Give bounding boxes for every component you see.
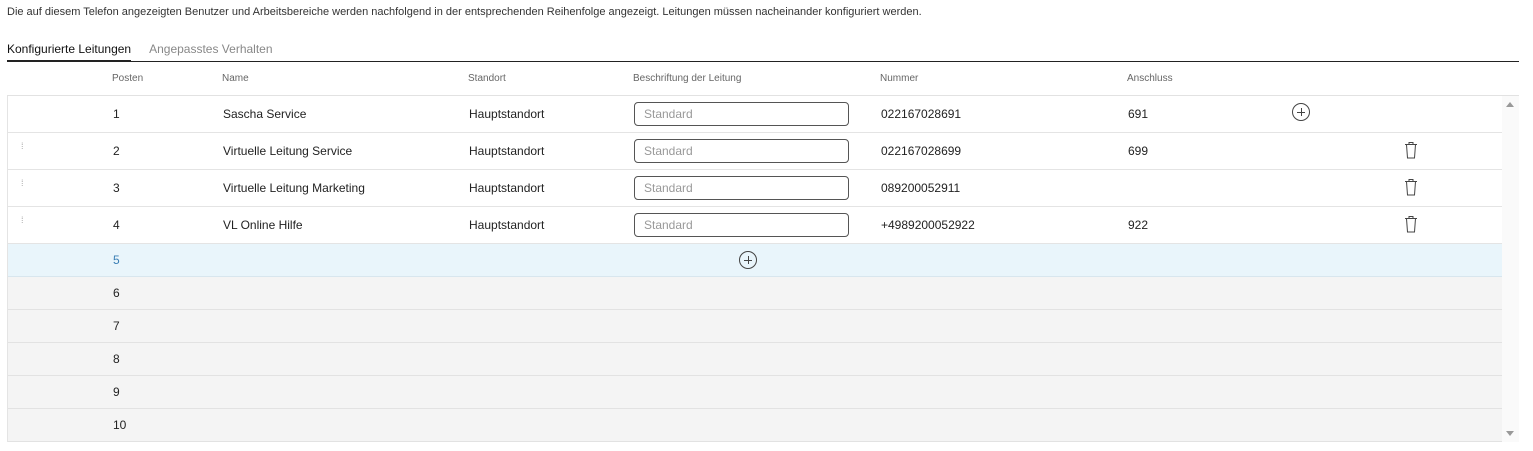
empty-line-row: 9 — [8, 376, 1503, 409]
empty-line-row: 6 — [8, 277, 1503, 310]
empty-line-row: 10 — [8, 409, 1503, 442]
table-header: Posten Name Standort Beschriftung der Le… — [7, 62, 1519, 96]
row-posten: 4 — [113, 218, 120, 232]
row-name: Virtuelle Leitung Service — [223, 144, 353, 158]
tab-bar: Konfigurierte Leitungen Angepasstes Verh… — [7, 42, 291, 62]
plus-circle-icon[interactable] — [1292, 103, 1310, 121]
trash-icon[interactable] — [1404, 215, 1418, 233]
row-standort: Hauptstandort — [469, 107, 545, 121]
tab-konfigurierte-leitungen[interactable]: Konfigurierte Leitungen — [7, 42, 132, 62]
drag-handle-icon[interactable]: ⁞ — [21, 179, 27, 193]
row-posten: 8 — [113, 352, 120, 366]
row-standort: Hauptstandort — [469, 144, 545, 158]
trash-icon[interactable] — [1404, 178, 1418, 196]
lines-table: Posten Name Standort Beschriftung der Le… — [7, 62, 1519, 442]
empty-line-row: 8 — [8, 343, 1503, 376]
trash-icon[interactable] — [1404, 141, 1418, 159]
column-header-name: Name — [222, 73, 249, 84]
column-header-standort: Standort — [468, 73, 506, 84]
row-standort: Hauptstandort — [469, 218, 545, 232]
row-posten: 2 — [113, 144, 120, 158]
row-name: Virtuelle Leitung Marketing — [223, 181, 365, 195]
column-header-anschluss: Anschluss — [1127, 73, 1173, 84]
table-row: 1 Sascha Service Hauptstandort 022167028… — [8, 96, 1503, 133]
line-label-input[interactable] — [634, 102, 849, 126]
drag-handle-icon[interactable]: ⁞ — [21, 216, 27, 230]
line-label-input[interactable] — [634, 139, 849, 163]
row-anschluss: 691 — [1128, 107, 1149, 121]
row-nummer: +4989200052922 — [881, 218, 975, 232]
row-posten: 9 — [113, 385, 120, 399]
table-row: ⁞ 2 Virtuelle Leitung Service Hauptstand… — [8, 133, 1503, 170]
row-posten: 1 — [113, 107, 120, 121]
drag-handle-icon[interactable]: ⁞ — [21, 142, 27, 156]
column-header-nummer: Nummer — [880, 73, 919, 84]
line-label-input[interactable] — [634, 176, 849, 200]
tab-angepasstes-verhalten[interactable]: Angepasstes Verhalten — [149, 42, 272, 62]
row-anschluss: 699 — [1128, 144, 1149, 158]
table-row: ⁞ 4 VL Online Hilfe Hauptstandort +49892… — [8, 207, 1503, 244]
intro-text: Die auf diesem Telefon angezeigten Benut… — [7, 6, 922, 18]
table-row: ⁞ 3 Virtuelle Leitung Marketing Hauptsta… — [8, 170, 1503, 207]
row-posten: 6 — [113, 286, 120, 300]
row-posten: 3 — [113, 181, 120, 195]
row-nummer: 022167028699 — [881, 144, 962, 158]
plus-circle-icon[interactable] — [739, 251, 757, 269]
row-standort: Hauptstandort — [469, 181, 545, 195]
row-name: VL Online Hilfe — [223, 218, 303, 232]
row-anschluss: 922 — [1128, 218, 1149, 232]
add-line-row[interactable]: 5 — [8, 244, 1503, 277]
row-posten: 10 — [113, 418, 127, 432]
row-posten: 7 — [113, 319, 120, 333]
row-nummer: 022167028691 — [881, 107, 962, 121]
table-body: 1 Sascha Service Hauptstandort 022167028… — [7, 96, 1503, 442]
row-nummer: 089200052911 — [881, 181, 961, 195]
row-posten: 5 — [113, 253, 120, 267]
column-header-beschriftung: Beschriftung der Leitung — [633, 73, 742, 84]
empty-line-row: 7 — [8, 310, 1503, 343]
table-scrollbar[interactable] — [1502, 96, 1519, 442]
line-label-input[interactable] — [634, 213, 849, 237]
column-header-posten: Posten — [112, 73, 144, 84]
scroll-down-arrow-icon[interactable] — [1506, 431, 1514, 436]
row-name: Sascha Service — [223, 107, 307, 121]
scroll-up-arrow-icon[interactable] — [1506, 102, 1514, 107]
